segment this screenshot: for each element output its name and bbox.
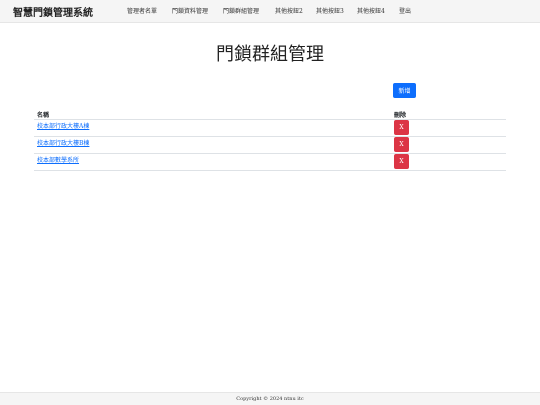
delete-button[interactable]: X <box>394 137 409 152</box>
table-header: 名稱 刪除 <box>34 109 506 120</box>
column-header-delete: 刪除 <box>394 112 407 119</box>
delete-button[interactable]: X <box>394 120 409 135</box>
table-row: 校本部數學系所 X <box>34 154 506 171</box>
page-title: 門鎖群組管理 <box>216 44 324 65</box>
group-table: 名稱 刪除 校本部行政大樓A棟 X 校本部行政大樓B棟 X 校本部數學系所 X <box>34 109 506 171</box>
table-row: 校本部行政大樓A棟 X <box>34 120 506 137</box>
brand-title[interactable]: 智慧門鎖管理系統 <box>13 4 93 19</box>
column-header-name: 名稱 <box>37 112 50 119</box>
table-row: 校本部行政大樓B棟 X <box>34 137 506 154</box>
group-link[interactable]: 校本部行政大樓A棟 <box>37 121 89 130</box>
nav-item-other-4[interactable]: 其他按鈕4 <box>357 6 385 15</box>
delete-button[interactable]: X <box>394 154 409 169</box>
nav-item-logout[interactable]: 登出 <box>399 6 411 15</box>
navbar: 智慧門鎖管理系統 管理者名單 門鎖資料管理 門鎖群組管理 其他按鈕2 其他按鈕3… <box>0 0 540 23</box>
group-link[interactable]: 校本部數學系所 <box>37 155 79 164</box>
nav-item-admin-list[interactable]: 管理者名單 <box>127 6 157 15</box>
copyright-text: Copyright © 2024 ntnu itc <box>236 396 304 402</box>
footer: Copyright © 2024 ntnu itc <box>0 392 540 405</box>
nav-item-lock-groups[interactable]: 門鎖群組管理 <box>223 6 259 15</box>
add-button[interactable]: 新增 <box>393 83 416 98</box>
group-link[interactable]: 校本部行政大樓B棟 <box>37 138 89 147</box>
nav-item-other-2[interactable]: 其他按鈕2 <box>275 6 303 15</box>
nav-item-other-3[interactable]: 其他按鈕3 <box>316 6 344 15</box>
nav-item-lock-data[interactable]: 門鎖資料管理 <box>172 6 208 15</box>
